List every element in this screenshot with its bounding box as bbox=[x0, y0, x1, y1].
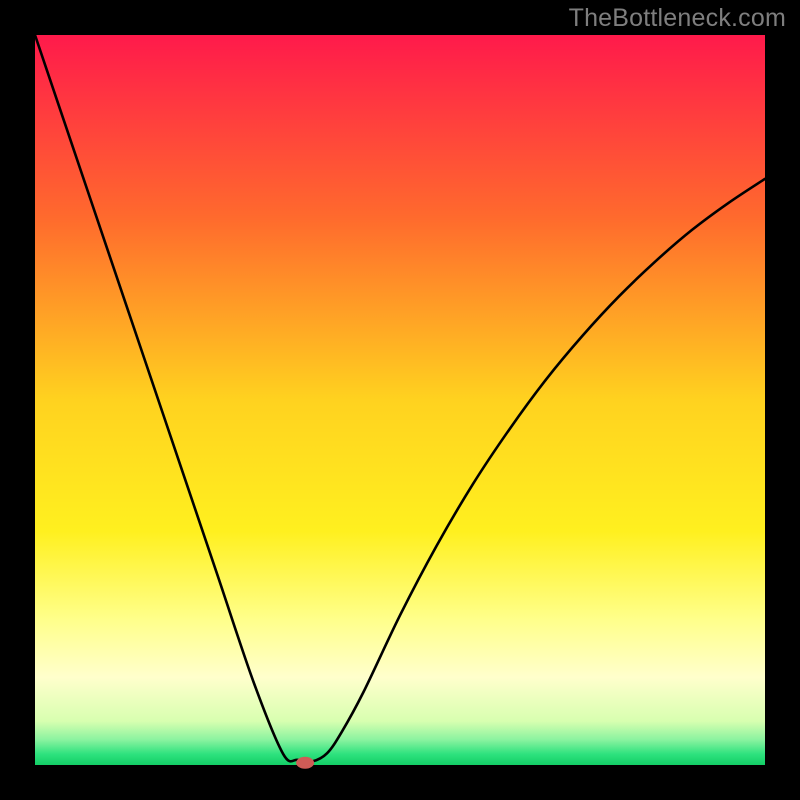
chart-container: TheBottleneck.com bbox=[0, 0, 800, 800]
bottleneck-point-marker bbox=[296, 757, 314, 769]
plot-background bbox=[35, 35, 765, 765]
watermark: TheBottleneck.com bbox=[569, 4, 786, 33]
bottleneck-chart bbox=[0, 0, 800, 800]
